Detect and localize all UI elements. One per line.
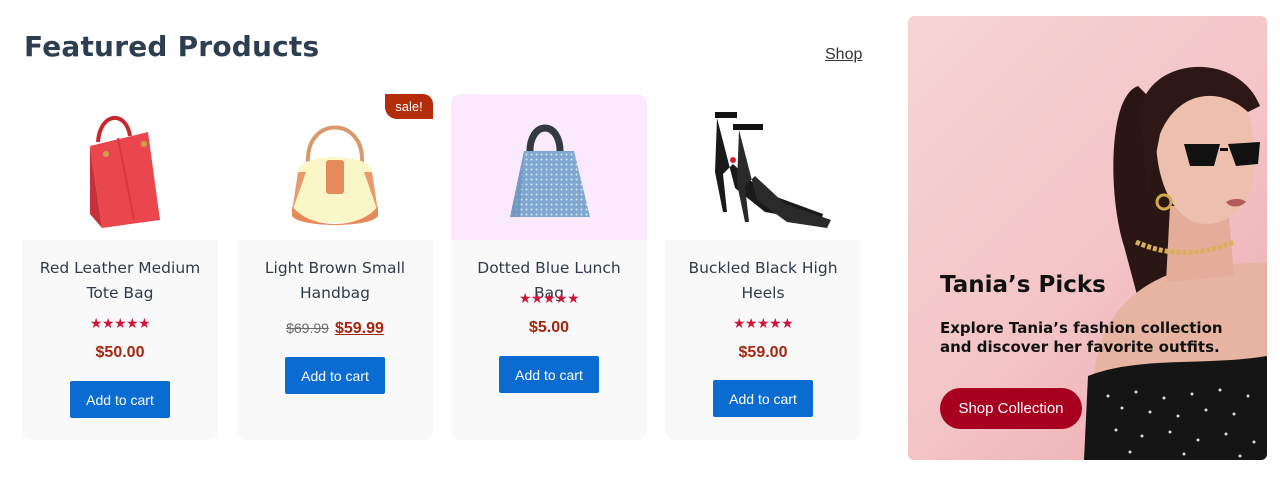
product-name[interactable]: Buckled Black High Heels — [677, 256, 849, 306]
black-high-heels-icon — [715, 112, 831, 228]
section-title: Featured Products — [24, 30, 320, 63]
product-price: $50.00 — [95, 344, 145, 361]
product-image[interactable] — [451, 94, 647, 240]
rating-stars-icon: ★★★★★ — [89, 316, 151, 332]
product-card[interactable]: sale! Light Brown Small Handbag $69.99 $5… — [237, 94, 433, 440]
sale-price: $59.99 — [334, 320, 384, 337]
promo-banner[interactable]: Tania’s Picks Explore Tania’s fashion co… — [908, 16, 1267, 460]
product-card[interactable]: Red Leather Medium Tote Bag ★★★★★ $50.00… — [22, 94, 218, 440]
red-tote-bag-icon — [90, 116, 160, 228]
blue-lunch-bag-icon — [510, 124, 590, 217]
rating-stars-icon: ★★★★★ — [518, 291, 580, 307]
product-price: $59.00 — [738, 344, 788, 361]
promo-description: Explore Tania’s fashion collection and d… — [940, 319, 1223, 356]
add-to-cart-button[interactable]: Add to cart — [499, 356, 599, 393]
rating-stars-icon: ★★★★★ — [732, 316, 794, 332]
product-price: $5.00 — [528, 319, 570, 336]
shop-link[interactable]: Shop — [825, 46, 862, 64]
add-to-cart-button[interactable]: Add to cart — [713, 380, 813, 417]
product-image[interactable] — [665, 94, 861, 240]
old-price: $69.99 — [286, 320, 329, 336]
sale-badge: sale! — [385, 94, 433, 119]
product-name[interactable]: Red Leather Medium Tote Bag — [34, 256, 206, 306]
add-to-cart-button[interactable]: Add to cart — [70, 381, 170, 418]
product-name[interactable]: Light Brown Small Handbag — [249, 256, 421, 306]
product-card[interactable]: Dotted Blue Lunch Bag ★★★★★ $5.00 Add to… — [451, 94, 647, 440]
shop-collection-button[interactable]: Shop Collection — [940, 388, 1082, 429]
promo-title: Tania’s Picks — [940, 272, 1106, 298]
product-card[interactable]: Buckled Black High Heels ★★★★★ $59.00 Ad… — [665, 94, 861, 440]
product-price: $69.99 $59.99 — [237, 320, 433, 338]
product-image[interactable] — [22, 94, 218, 240]
add-to-cart-button[interactable]: Add to cart — [285, 357, 385, 394]
light-brown-handbag-icon — [292, 125, 378, 225]
